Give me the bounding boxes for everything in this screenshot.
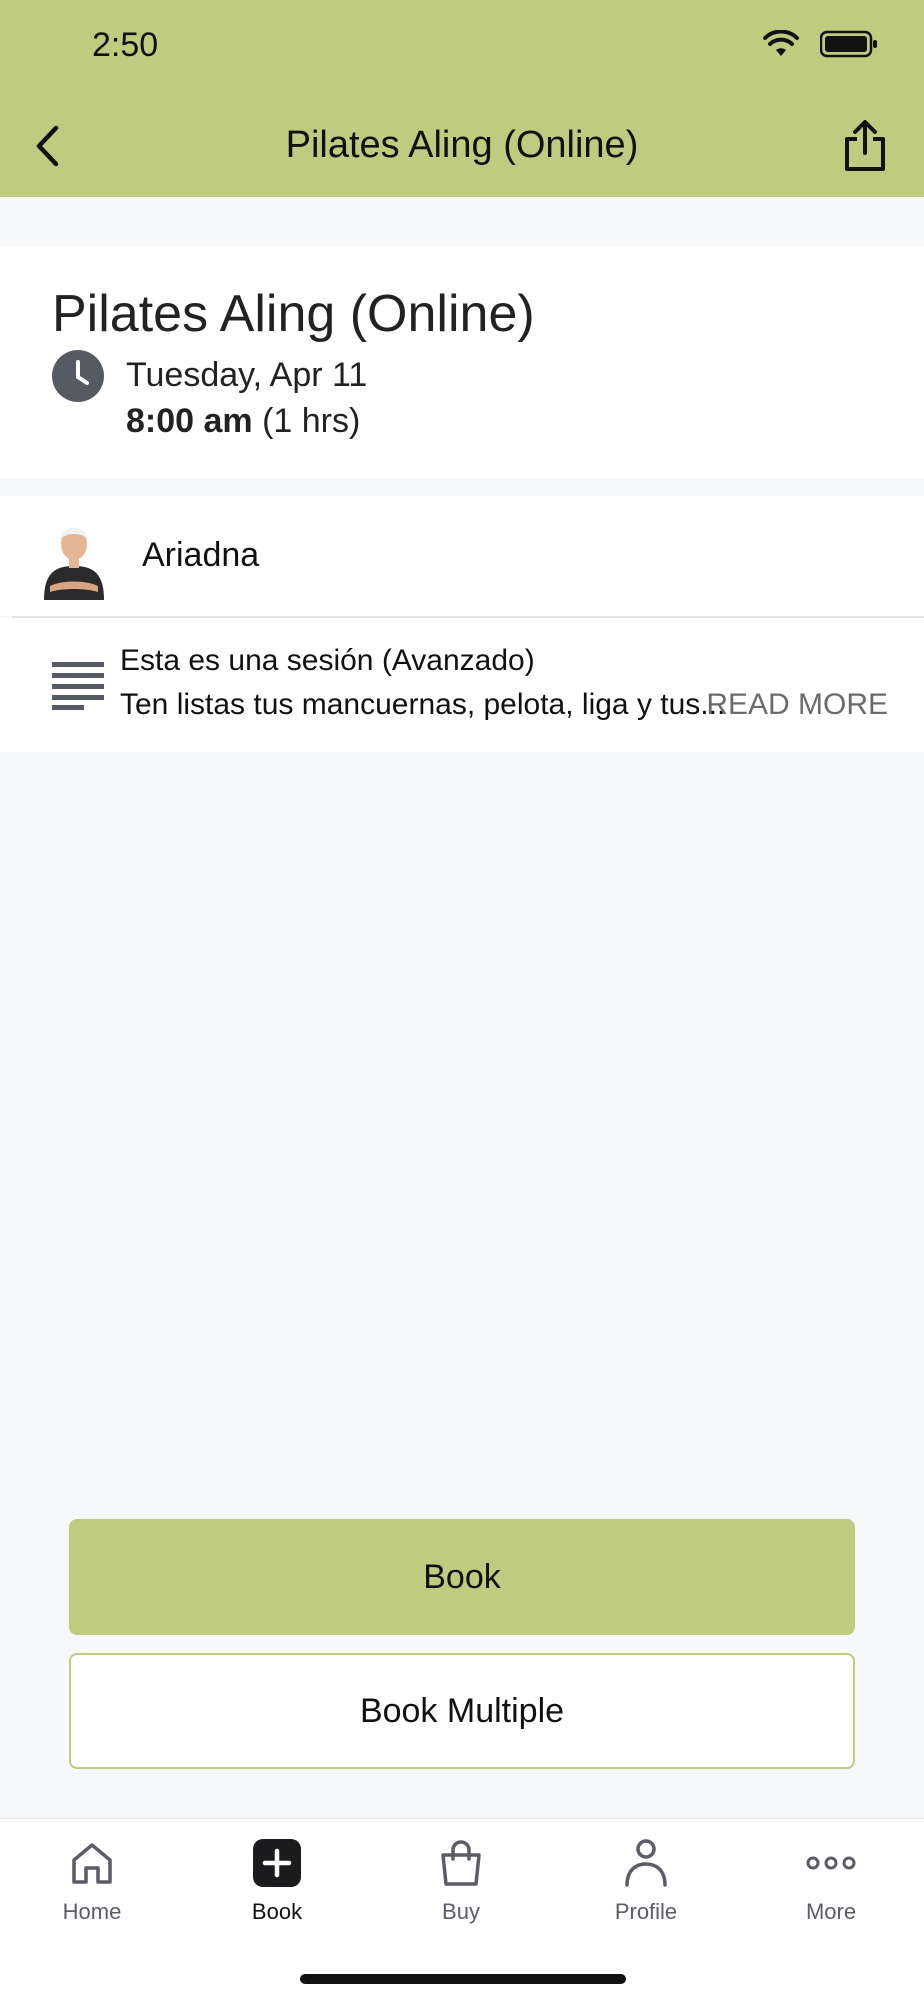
tab-buy-label: Buy: [442, 1899, 480, 1924]
description-line-1: Esta es una sesión (Avanzado): [120, 644, 535, 677]
tab-profile[interactable]: Profile: [576, 1833, 716, 1925]
tab-book-label: Book: [251, 1899, 303, 1924]
shopping-bag-icon: [441, 1840, 481, 1886]
description-line-2: Ten listas tus mancuernas, pelota, liga …: [120, 688, 726, 721]
home-indicator: [300, 1974, 626, 1984]
description-row: Esta es una sesión (Avanzado) Ten listas…: [0, 618, 924, 752]
status-icons: [762, 30, 878, 58]
status-bar: 2:50: [0, 0, 924, 96]
page-title: Pilates Aling (Online): [285, 124, 639, 166]
home-icon: [72, 1843, 112, 1884]
tab-buy[interactable]: Buy: [391, 1833, 531, 1925]
instructor-row[interactable]: Ariadna: [0, 496, 924, 616]
wifi-icon: [763, 30, 799, 56]
class-time: 8:00 am (1 hrs): [126, 402, 360, 441]
clock-icon: [52, 350, 104, 402]
class-date: Tuesday, Apr 11: [126, 356, 368, 394]
class-title: Pilates Aling (Online): [52, 285, 535, 343]
share-icon: [845, 120, 885, 171]
class-duration: (1 hrs): [262, 402, 361, 440]
book-multiple-button[interactable]: Book Multiple: [69, 1653, 855, 1769]
class-header-card: Pilates Aling (Online) Tuesday, Apr 11 8…: [0, 246, 924, 478]
tab-more-label: More: [805, 1899, 857, 1924]
battery-icon: [820, 30, 877, 58]
book-button[interactable]: Book: [69, 1519, 855, 1635]
instructor-avatar: [40, 510, 108, 600]
navigation-bar: Pilates Aling (Online): [0, 96, 924, 197]
tab-book[interactable]: Book: [207, 1833, 347, 1925]
plus-square-icon: [253, 1839, 301, 1887]
tab-more[interactable]: More: [761, 1833, 901, 1925]
class-start-time: 8:00 am: [126, 402, 253, 440]
person-icon: [625, 1839, 667, 1887]
instructor-name: Ariadna: [142, 536, 260, 574]
status-time: 2:50: [92, 26, 159, 64]
text-lines-icon: [52, 662, 104, 710]
tab-home-label: Home: [62, 1899, 122, 1924]
read-more-link[interactable]: READ MORE: [706, 688, 888, 722]
share-button[interactable]: [836, 116, 894, 176]
more-dots-icon: [806, 1856, 856, 1870]
tab-profile-label: Profile: [614, 1899, 678, 1924]
tab-home[interactable]: Home: [22, 1833, 162, 1925]
